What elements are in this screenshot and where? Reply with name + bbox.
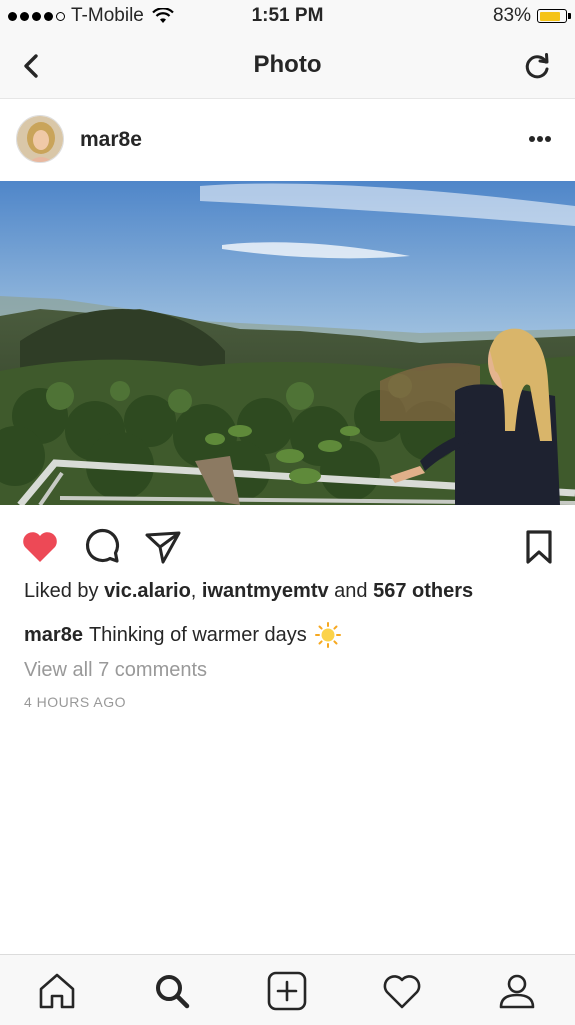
caption-username[interactable]: mar8e xyxy=(24,624,83,647)
battery-group: 83% xyxy=(492,5,571,27)
home-icon[interactable] xyxy=(35,969,79,1013)
tab-bar xyxy=(0,954,575,1025)
ellipsis-icon[interactable] xyxy=(525,127,555,151)
likes-separator: and xyxy=(328,580,374,602)
status-time: 1:51 PM xyxy=(251,5,324,26)
battery-percent: 83% xyxy=(492,5,531,26)
bookmark-save-icon[interactable] xyxy=(518,525,560,567)
profile-icon[interactable] xyxy=(495,969,539,1013)
page-title: Photo xyxy=(253,51,322,78)
heart-like-icon[interactable] xyxy=(19,525,61,567)
view-comments-link[interactable]: View all 7 comments xyxy=(24,659,207,682)
caption-text: Thinking of warmer days xyxy=(88,623,307,646)
activity-heart-icon[interactable] xyxy=(380,969,424,1013)
post-username[interactable]: mar8e xyxy=(80,128,142,152)
sun-emoji-icon xyxy=(314,622,341,648)
liker-username[interactable]: iwantmyemtv xyxy=(202,580,329,602)
post-header: mar8e xyxy=(0,99,575,181)
status-bar: T-Mobile 1:51 PM 83% xyxy=(0,0,575,32)
post-photo[interactable] xyxy=(0,181,575,505)
battery-fill xyxy=(539,11,561,21)
liker-username[interactable]: vic.alario xyxy=(104,580,191,602)
share-send-icon[interactable] xyxy=(142,525,184,567)
comment-bubble-icon[interactable] xyxy=(81,525,123,567)
likes-summary: Liked by vic.alario, iwantmyemtv and 567… xyxy=(24,580,473,603)
likes-separator: , xyxy=(190,580,202,602)
add-post-icon[interactable] xyxy=(265,969,309,1013)
search-icon[interactable] xyxy=(150,969,194,1013)
post-timestamp: 4 HOURS AGO xyxy=(24,694,126,710)
battery-icon xyxy=(537,9,571,23)
likes-prefix: Liked by xyxy=(24,580,105,602)
likes-others-link[interactable]: 567 others xyxy=(373,580,473,602)
post-actions xyxy=(0,505,575,580)
nav-bar: Photo xyxy=(0,32,575,99)
post-caption: mar8e Thinking of warmer days xyxy=(24,622,341,648)
avatar[interactable] xyxy=(16,115,64,163)
refresh-icon[interactable] xyxy=(519,48,555,84)
